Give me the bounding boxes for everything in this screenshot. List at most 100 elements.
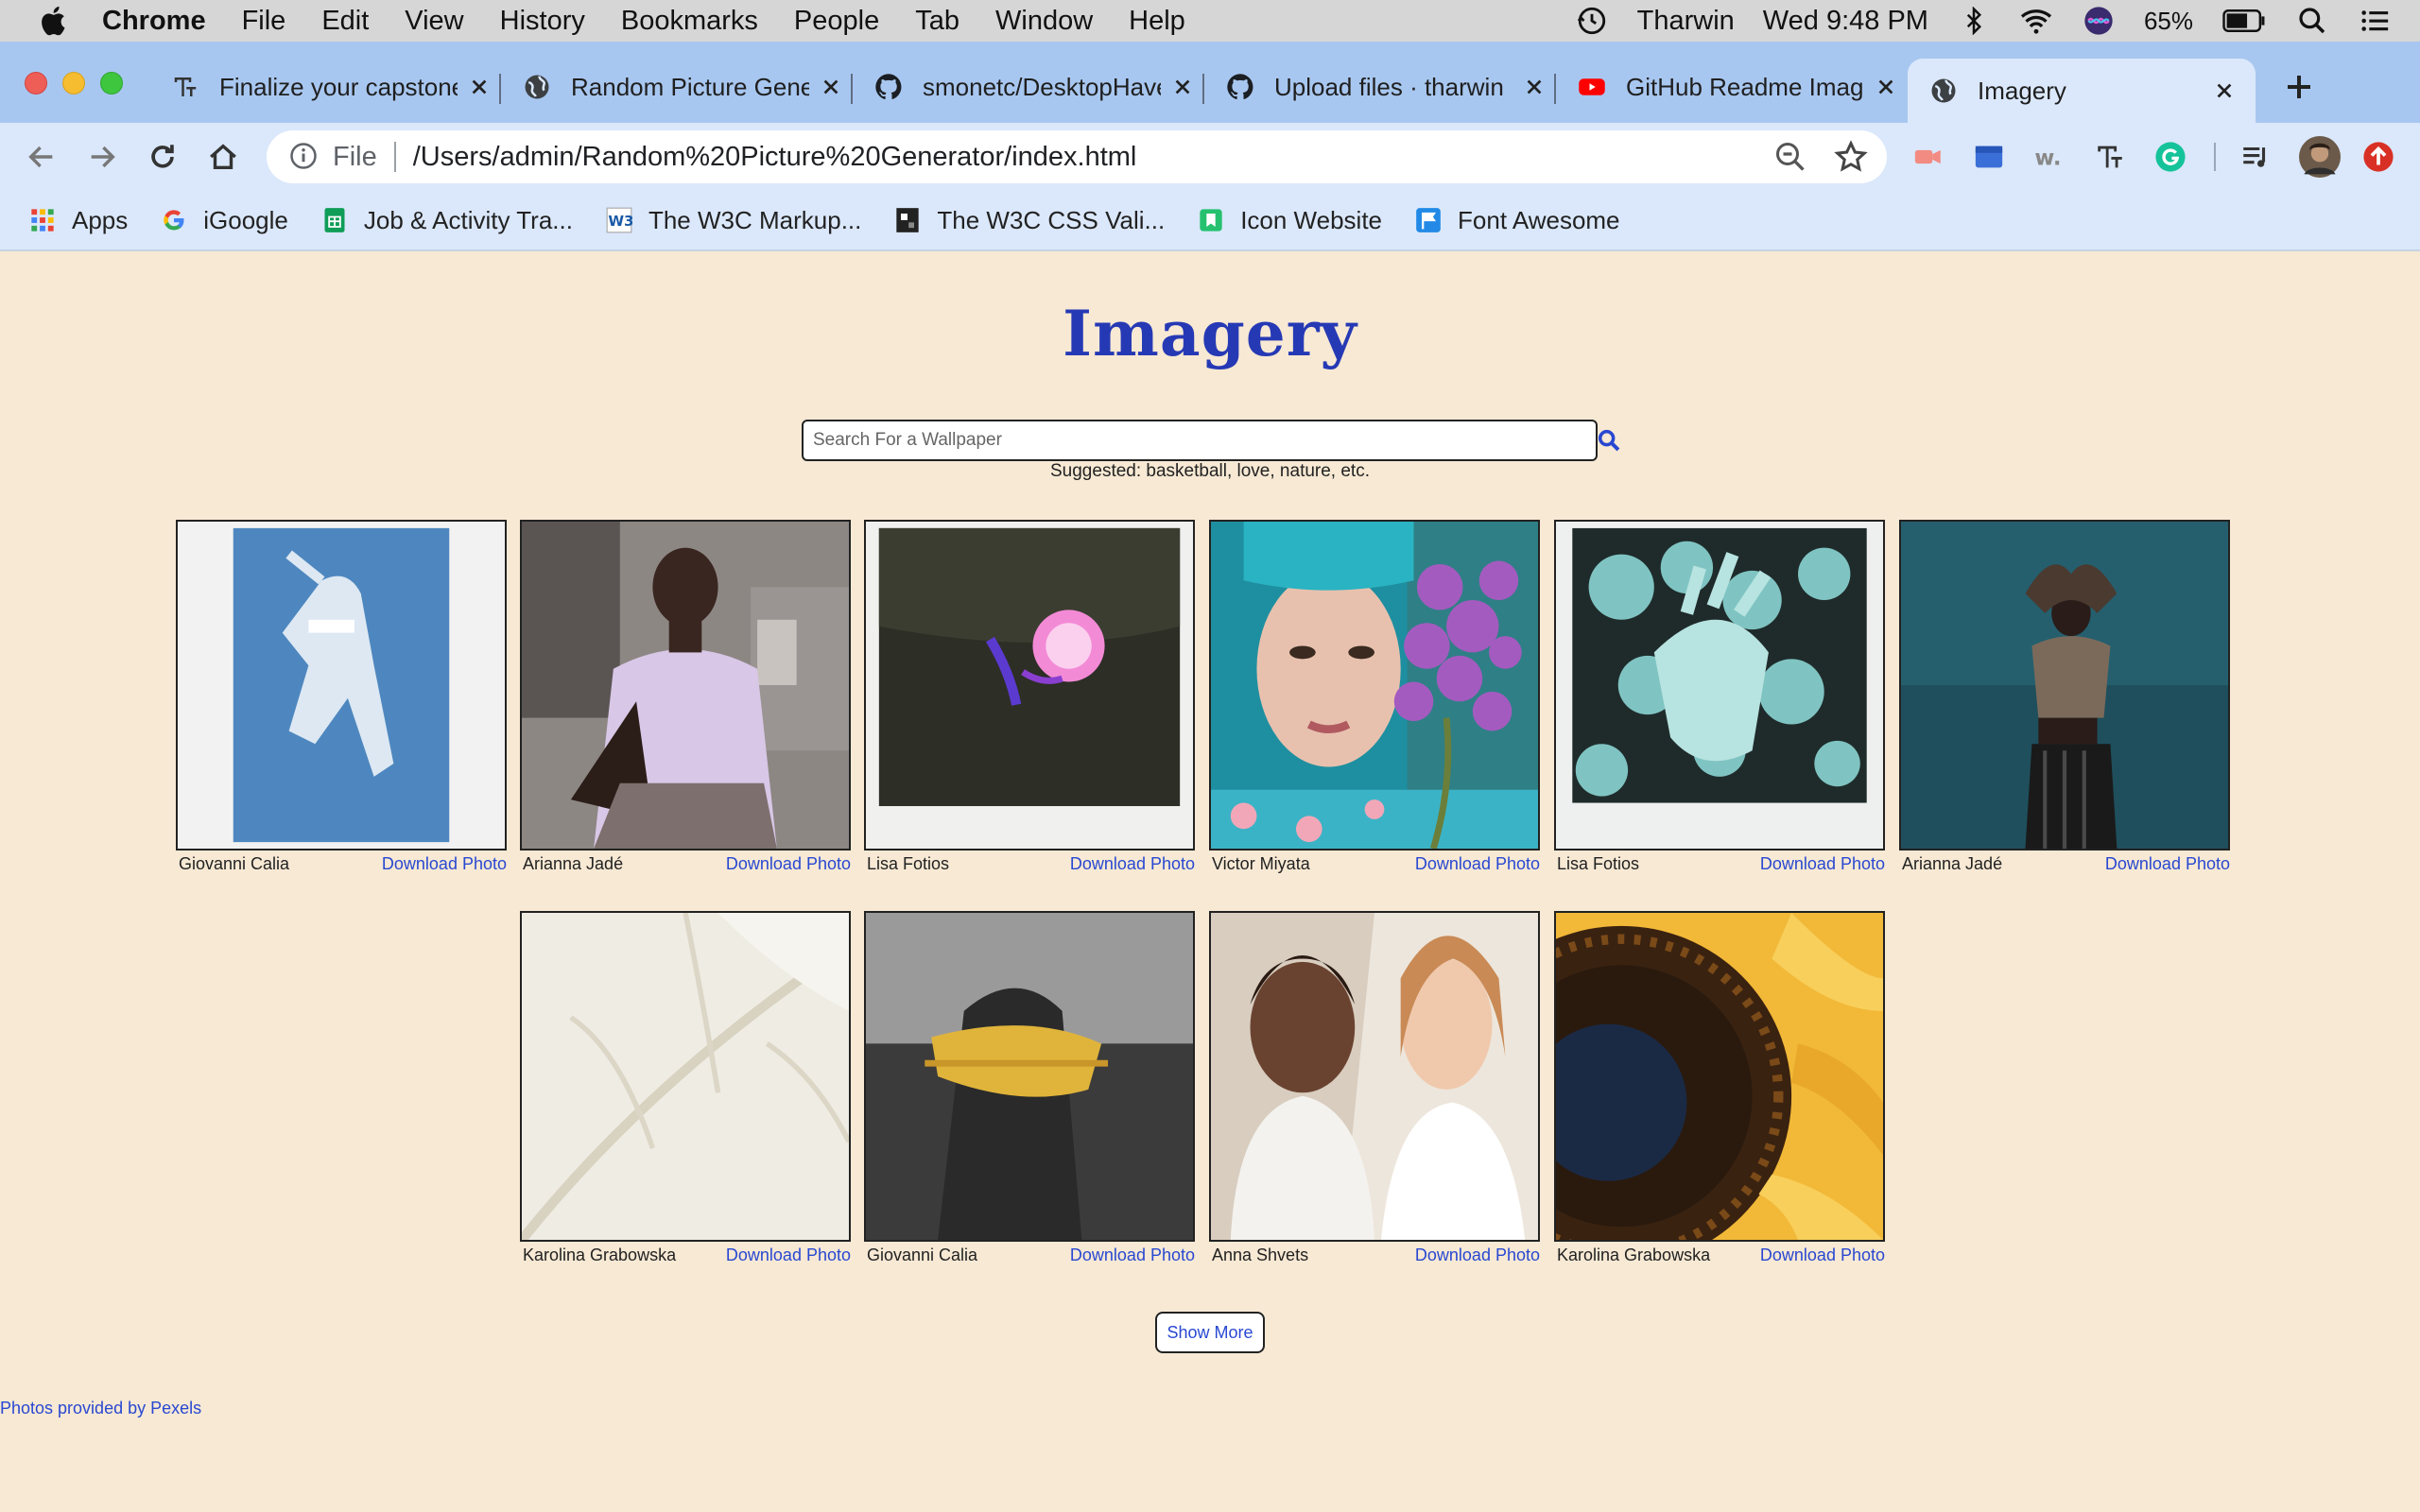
menu-history[interactable]: History: [500, 6, 585, 37]
minimize-window-button[interactable]: [62, 72, 85, 94]
photo-image[interactable]: [864, 911, 1195, 1242]
download-photo-link[interactable]: Download Photo: [2105, 854, 2230, 874]
menu-window[interactable]: Window: [995, 6, 1093, 37]
bookmark-igoogle[interactable]: iGoogle: [160, 206, 288, 235]
grammarly-extension-icon[interactable]: [2153, 140, 2187, 174]
folder-extension-icon[interactable]: [1972, 140, 2006, 174]
bookmark-star-icon[interactable]: [1834, 140, 1868, 174]
wordtune-extension-icon[interactable]: w.: [2032, 140, 2066, 174]
forward-button[interactable]: [83, 138, 121, 176]
photo-card: Lisa Fotios Download Photo: [864, 520, 1195, 874]
photo-image[interactable]: [1209, 520, 1540, 850]
apple-logo-icon[interactable]: [38, 4, 72, 38]
arrow-right-icon: [91, 146, 115, 168]
tab-close-icon[interactable]: [1874, 75, 1898, 99]
download-photo-link[interactable]: Download Photo: [726, 1246, 851, 1265]
bookmark-label: The W3C CSS Vali...: [937, 205, 1166, 234]
bookmark-w3c-markup[interactable]: W3 The W3C Markup...: [605, 206, 861, 235]
bookmark-apps[interactable]: Apps: [28, 206, 128, 235]
menu-tab[interactable]: Tab: [915, 6, 959, 37]
bookmark-label: Font Awesome: [1458, 205, 1620, 234]
tab-title: Random Picture Generator: [571, 72, 809, 101]
address-bar[interactable]: File /Users/admin/Random%20Picture%20Gen…: [267, 130, 1887, 183]
media-controls-icon[interactable]: [2238, 140, 2273, 174]
tab-random-picture-generator[interactable]: Random Picture Generator: [522, 60, 843, 113]
tab-github-readme-images[interactable]: GitHub Readme Images: [1577, 60, 1898, 113]
screencastify-extension-icon[interactable]: [1911, 140, 1945, 174]
show-more-button[interactable]: Show More: [1155, 1312, 1265, 1353]
menubar-clock[interactable]: Wed 9:48 PM: [1763, 6, 1928, 37]
home-button[interactable]: [204, 138, 242, 176]
download-photo-link[interactable]: Download Photo: [382, 854, 507, 874]
bluetooth-icon[interactable]: [1957, 4, 1991, 38]
bookmark-job-activity-tracker[interactable]: Job & Activity Tra...: [320, 206, 573, 235]
search-icon[interactable]: [1596, 427, 1622, 454]
download-photo-link[interactable]: Download Photo: [726, 854, 851, 874]
tab-imagery-active[interactable]: Imagery: [1908, 59, 2256, 123]
url-text[interactable]: /Users/admin/Random%20Picture%20Generato…: [413, 142, 1137, 173]
tab-desktophaven-repo[interactable]: smonetc/DesktopHaven: [873, 60, 1195, 113]
photo-card: Victor Miyata Download Photo: [1209, 520, 1540, 874]
close-window-button[interactable]: [25, 72, 47, 94]
bookmark-icon-website[interactable]: Icon Website: [1197, 206, 1382, 235]
photo-image[interactable]: [520, 911, 851, 1242]
bookmarks-bar: Apps iGoogle Job & Activity Tra... W3 Th…: [0, 191, 2420, 251]
tab-close-icon[interactable]: [467, 75, 492, 99]
photo-card: Lisa Fotios Download Photo: [1554, 520, 1885, 874]
download-photo-link[interactable]: Download Photo: [1415, 854, 1540, 874]
tab-close-icon[interactable]: [1522, 75, 1547, 99]
bookmark-font-awesome[interactable]: Font Awesome: [1414, 206, 1620, 235]
pexels-credit-link[interactable]: Photos provided by Pexels: [0, 1399, 201, 1418]
menubar-user[interactable]: Tharwin: [1637, 6, 1735, 37]
spotlight-search-icon[interactable]: [2295, 4, 2329, 38]
photo-image[interactable]: [176, 520, 507, 850]
new-tab-button[interactable]: [2280, 68, 2318, 106]
download-photo-link[interactable]: Download Photo: [1415, 1246, 1540, 1265]
download-photo-link[interactable]: Download Photo: [1760, 854, 1885, 874]
photo-image[interactable]: [1209, 911, 1540, 1242]
menu-help[interactable]: Help: [1129, 6, 1185, 37]
photo-image[interactable]: [864, 520, 1195, 850]
menu-people[interactable]: People: [794, 6, 879, 37]
globe-icon: [522, 72, 552, 102]
text-format-extension-icon[interactable]: [2093, 140, 2127, 174]
search-input[interactable]: [802, 420, 1598, 461]
reload-button[interactable]: [144, 138, 182, 176]
update-chrome-icon[interactable]: [2361, 140, 2395, 174]
tab-finalize-capstone[interactable]: Finalize your capstone: [170, 60, 492, 113]
zoom-out-icon[interactable]: [1773, 140, 1807, 174]
download-photo-link[interactable]: Download Photo: [1070, 1246, 1195, 1265]
tab-close-icon[interactable]: [2212, 78, 2237, 103]
photo-author: Karolina Grabowska: [523, 1246, 677, 1264]
tab-close-icon[interactable]: [1170, 75, 1195, 99]
tab-close-icon[interactable]: [819, 75, 843, 99]
menu-file[interactable]: File: [242, 6, 286, 37]
tab-upload-files[interactable]: Upload files · tharwin: [1225, 60, 1547, 113]
info-icon[interactable]: [289, 142, 320, 172]
photo-author: Giovanni Calia: [867, 1246, 978, 1264]
download-photo-link[interactable]: Download Photo: [1070, 854, 1195, 874]
fullscreen-window-button[interactable]: [100, 72, 123, 94]
time-machine-icon[interactable]: [1575, 4, 1609, 38]
photo-image[interactable]: [520, 520, 851, 850]
tab-title: Upload files · tharwin: [1274, 72, 1504, 101]
menu-edit[interactable]: Edit: [321, 6, 369, 37]
control-center-icon[interactable]: [2358, 4, 2392, 38]
menu-view[interactable]: View: [405, 6, 463, 37]
siri-icon[interactable]: [2082, 4, 2116, 38]
arrow-left-icon: [28, 146, 53, 168]
photo-image[interactable]: [1554, 520, 1885, 850]
photo-card: Giovanni Calia Download Photo: [864, 911, 1195, 1265]
back-button[interactable]: [23, 138, 60, 176]
menu-app-name[interactable]: Chrome: [102, 6, 206, 37]
photo-image[interactable]: [1554, 911, 1885, 1242]
photo-image[interactable]: [1899, 520, 2230, 850]
bookmark-w3c-css-validator[interactable]: The W3C CSS Vali...: [893, 206, 1165, 235]
menu-bookmarks[interactable]: Bookmarks: [621, 6, 758, 37]
profile-avatar[interactable]: [2299, 136, 2341, 178]
battery-icon[interactable]: [2221, 4, 2267, 38]
download-photo-link[interactable]: Download Photo: [1760, 1246, 1885, 1265]
sheets-icon: [320, 206, 349, 234]
svg-text:W3: W3: [608, 213, 632, 230]
wifi-icon[interactable]: [2019, 4, 2053, 38]
